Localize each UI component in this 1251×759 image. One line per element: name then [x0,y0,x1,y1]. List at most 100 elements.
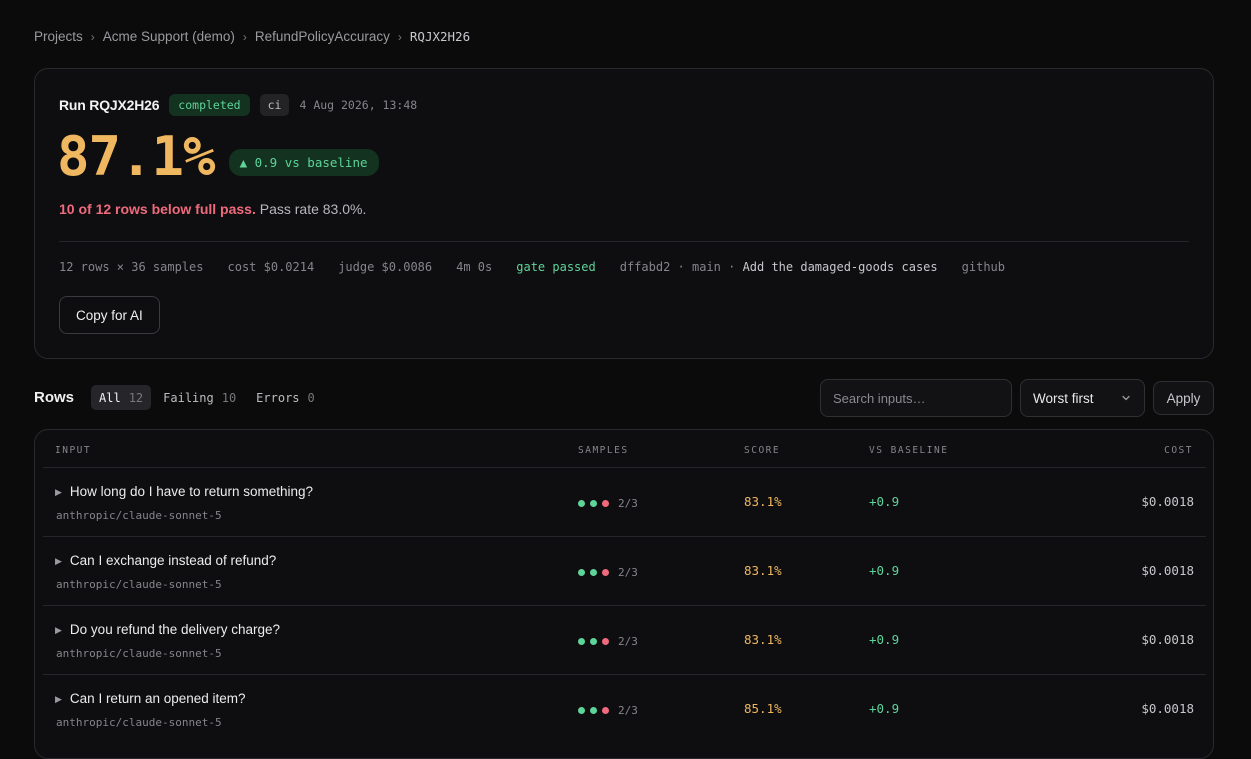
chevron-down-icon [1122,395,1130,401]
row-vs-baseline: +0.9 [869,494,900,509]
row-model: anthropic/claude-sonnet-5 [56,647,222,660]
filter-errors-tab[interactable]: Errors 0 [248,385,323,410]
table-row[interactable]: ▶ How long do I have to return something… [43,467,1206,536]
row-vs-baseline: +0.9 [869,563,900,578]
filter-failing-tab[interactable]: Failing 10 [155,385,244,410]
sample-dot [602,569,609,576]
status-badge: completed [169,94,250,116]
meta-source[interactable]: github [962,260,1005,274]
run-title: Run RQJX2H26 [59,97,160,113]
run-header: Run RQJX2H26 completed ci 4 Aug 2026, 13… [59,94,417,116]
breadcrumb-separator: › [242,29,247,44]
sample-dot [590,638,597,645]
row-samples: 2/3 [578,635,638,648]
row-cost: $0.0018 [1141,701,1194,716]
meta-commit[interactable]: dffabd2 · main · Add the damaged-goods c… [620,260,938,274]
sample-fraction: 2/3 [618,497,638,510]
row-score: 83.1% [744,563,782,578]
apply-button[interactable]: Apply [1153,381,1214,415]
sample-dot [578,638,585,645]
sort-value: Worst first [1033,390,1094,406]
run-meta: 12 rows × 36 samples cost $0.0214 judge … [59,260,1005,274]
row-input: ▶ Do you refund the delivery charge? [55,622,280,637]
sample-dot [590,500,597,507]
sample-dot [590,569,597,576]
search-input[interactable] [820,379,1012,417]
sample-dot [578,500,585,507]
row-question: How long do I have to return something? [69,484,314,499]
row-model: anthropic/claude-sonnet-5 [56,716,222,729]
divider [59,241,1189,242]
row-cost: $0.0018 [1141,494,1194,509]
sample-fraction: 2/3 [618,635,638,648]
filter-count: 10 [221,390,237,405]
filter-label: All [99,390,121,405]
row-samples: 2/3 [578,497,638,510]
table-row[interactable]: ▶ Can I return an opened item? anthropic… [43,674,1206,743]
breadcrumb-separator: › [397,29,402,44]
meta-gate-status: gate passed [516,260,596,274]
sample-dot [602,638,609,645]
row-samples: 2/3 [578,566,638,579]
pass-summary: 10 of 12 rows below full pass. Pass rate… [59,201,366,217]
filter-count: 0 [307,390,315,405]
expand-caret-icon[interactable]: ▶ [55,556,62,567]
column-header-cost[interactable]: COST [1164,445,1193,456]
pass-rate-text: Pass rate 83.0%. [259,201,367,217]
failing-rows-warning: 10 of 12 rows below full pass. [59,201,256,217]
row-input: ▶ How long do I have to return something… [55,484,313,499]
row-vs-baseline: +0.9 [869,632,900,647]
meta-duration: 4m 0s [456,260,493,274]
row-score: 85.1% [744,701,782,716]
score-row: 87.1% ▲ 0.9 vs baseline [57,127,379,186]
table-row[interactable]: ▶ Do you refund the delivery charge? ant… [43,605,1206,674]
table-row[interactable]: ▶ Can I exchange instead of refund? anth… [43,536,1206,605]
env-badge: ci [259,94,290,116]
copy-for-ai-button[interactable]: Copy for AI [59,296,160,334]
expand-caret-icon[interactable]: ▶ [55,625,62,636]
row-score: 83.1% [744,494,782,509]
breadcrumb-project[interactable]: Acme Support (demo) [103,29,235,44]
row-question: Can I exchange instead of refund? [69,553,277,568]
row-model: anthropic/claude-sonnet-5 [56,509,222,522]
meta-commit-ref: dffabd2 · main · [619,260,743,274]
sample-dot [602,500,609,507]
overall-score: 87.1% [57,125,216,188]
row-cost: $0.0018 [1141,563,1194,578]
breadcrumb-separator: › [90,29,95,44]
table-body: ▶ How long do I have to return something… [43,467,1206,743]
row-model: anthropic/claude-sonnet-5 [56,578,222,591]
sample-dot [590,707,597,714]
sample-fraction: 2/3 [618,566,638,579]
filter-label: Failing [163,390,214,405]
row-question: Do you refund the delivery charge? [69,622,281,637]
expand-caret-icon[interactable]: ▶ [55,694,62,705]
breadcrumb-eval[interactable]: RefundPolicyAccuracy [255,29,390,44]
column-header-input[interactable]: INPUT [55,445,91,456]
row-score: 83.1% [744,632,782,647]
row-question: Can I return an opened item? [69,691,246,706]
table-header: INPUT SAMPLES SCORE VS BASELINE COST [35,430,1213,468]
column-header-vs-baseline[interactable]: VS BASELINE [869,445,948,456]
breadcrumb-projects[interactable]: Projects [34,29,83,44]
column-header-score[interactable]: SCORE [744,445,780,456]
meta-cost: cost $0.0214 [227,260,315,274]
rows-heading: Rows [34,389,75,406]
sort-select[interactable]: Worst first [1020,379,1145,417]
column-header-samples[interactable]: SAMPLES [578,445,629,456]
expand-caret-icon[interactable]: ▶ [55,487,62,498]
sample-fraction: 2/3 [618,704,638,717]
run-summary-card: Run RQJX2H26 completed ci 4 Aug 2026, 13… [34,68,1214,359]
sample-dot [602,707,609,714]
meta-judge-cost: judge $0.0086 [338,260,433,274]
filter-count: 12 [128,390,144,405]
run-timestamp: 4 Aug 2026, 13:48 [299,98,418,112]
filter-label: Errors [256,390,300,405]
breadcrumb: Projects › Acme Support (demo) › RefundP… [34,29,470,44]
breadcrumb-current-run: RQJX2H26 [409,29,471,44]
row-cost: $0.0018 [1141,632,1194,647]
sample-dot [578,569,585,576]
filter-all-tab[interactable]: All 12 [91,385,152,410]
meta-rows-samples: 12 rows × 36 samples [59,260,204,274]
sample-dot [578,707,585,714]
